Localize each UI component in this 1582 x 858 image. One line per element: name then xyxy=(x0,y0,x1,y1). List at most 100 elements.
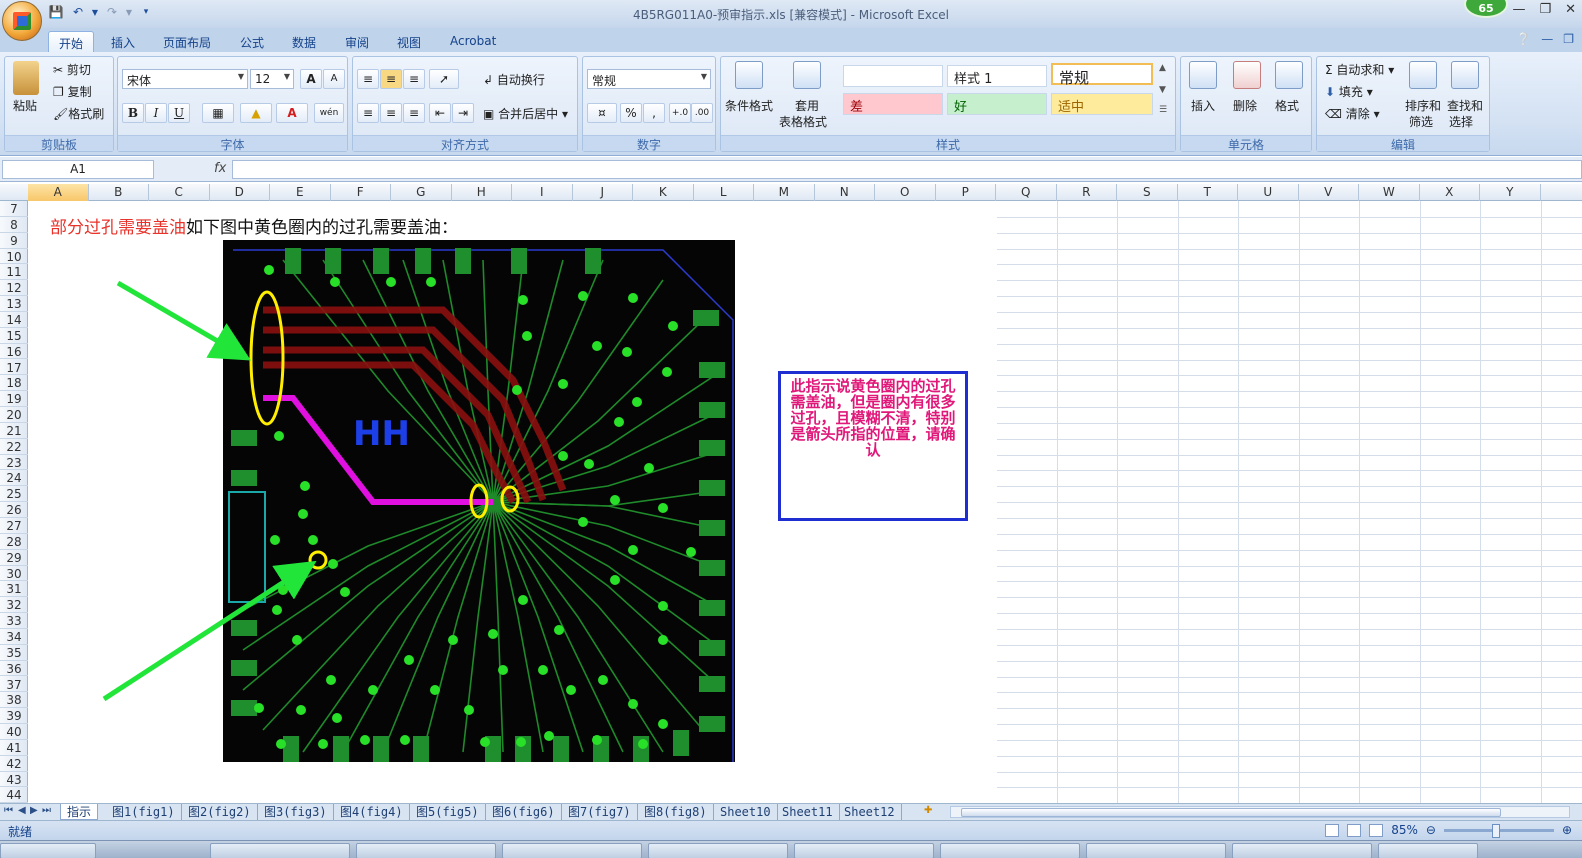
column-header-k[interactable]: K xyxy=(633,184,694,201)
cut-button[interactable]: ✂ 剪切 xyxy=(53,61,91,78)
conditional-format-button[interactable]: 条件格式 xyxy=(725,97,773,114)
row-header-20[interactable]: 20 xyxy=(0,407,28,423)
row-header-38[interactable]: 38 xyxy=(0,692,28,709)
align-bottom-button[interactable]: ≡ xyxy=(403,69,425,89)
find-select-line2[interactable]: 选择 xyxy=(1449,113,1473,130)
style-blank[interactable] xyxy=(843,65,943,87)
column-header-w[interactable]: W xyxy=(1359,184,1420,201)
shrink-font-button[interactable]: A xyxy=(323,69,345,89)
taskbar-item[interactable] xyxy=(794,843,934,858)
row-header-29[interactable]: 29 xyxy=(0,550,28,566)
column-header-r[interactable]: R xyxy=(1057,184,1117,201)
row-header-44[interactable]: 44 xyxy=(0,787,28,804)
percent-button[interactable]: % xyxy=(620,103,642,123)
number-format-select[interactable]: 常规 ▼ xyxy=(587,69,711,89)
increase-decimal-button[interactable]: +.0 xyxy=(669,103,691,123)
scroll-thumb[interactable] xyxy=(961,808,1501,817)
column-header-e[interactable]: E xyxy=(270,184,331,201)
row-header-31[interactable]: 31 xyxy=(0,581,28,598)
row-header-26[interactable]: 26 xyxy=(0,502,28,518)
horizontal-scrollbar[interactable] xyxy=(950,806,1570,818)
row-header-37[interactable]: 37 xyxy=(0,677,28,693)
restore-icon[interactable]: ❐ xyxy=(1539,2,1551,17)
pcb-image[interactable]: HH xyxy=(223,240,735,762)
office-button[interactable] xyxy=(2,1,42,41)
prev-sheet-icon[interactable]: ◀ xyxy=(18,805,26,816)
sheet-tab[interactable]: 指示 xyxy=(60,804,99,820)
row-header-33[interactable]: 33 xyxy=(0,613,28,629)
row-header-16[interactable]: 16 xyxy=(0,344,28,360)
minimize-icon[interactable]: — xyxy=(1512,2,1525,17)
merge-center-button[interactable]: ▣ 合并后居中 ▾ xyxy=(483,105,568,122)
row-header-27[interactable]: 27 xyxy=(0,518,28,534)
styles-scroll-up-icon[interactable]: ▲ xyxy=(1159,63,1166,73)
help-icon[interactable]: ❔ xyxy=(1516,32,1531,46)
tab-data[interactable]: 数据 xyxy=(282,31,326,52)
font-name-select[interactable]: 宋体 ▼ xyxy=(122,69,248,89)
tab-acrobat[interactable]: Acrobat xyxy=(440,31,506,52)
delete-cells-button[interactable]: 删除 xyxy=(1233,97,1257,114)
currency-button[interactable]: ¤ xyxy=(587,103,617,123)
row-header-9[interactable]: 9 xyxy=(0,233,28,249)
worksheet-grid[interactable]: 部分过孔需要盖油如下图中黄色圈内的过孔需要盖油： HH 此指示说黄色圈内的过孔需… xyxy=(28,201,1582,803)
column-header-f[interactable]: F xyxy=(331,184,391,201)
column-header-s[interactable]: S xyxy=(1117,184,1178,201)
column-header-i[interactable]: I xyxy=(512,184,573,201)
column-header-a[interactable]: A xyxy=(28,184,89,201)
column-header-v[interactable]: V xyxy=(1299,184,1359,201)
row-header-11[interactable]: 11 xyxy=(0,264,28,281)
column-header-t[interactable]: T xyxy=(1178,184,1238,201)
sort-filter-icon[interactable] xyxy=(1409,61,1437,89)
next-sheet-icon[interactable]: ▶ xyxy=(30,805,38,816)
page-break-view-icon[interactable] xyxy=(1369,823,1384,837)
column-header-q[interactable]: Q xyxy=(996,184,1057,201)
sheet-tab[interactable]: Sheet12 xyxy=(838,804,902,820)
row-header-40[interactable]: 40 xyxy=(0,724,28,740)
decrease-indent-button[interactable]: ⇤ xyxy=(429,103,451,123)
row-header-10[interactable]: 10 xyxy=(0,249,28,265)
column-header-d[interactable]: D xyxy=(210,184,270,201)
insert-cells-button[interactable]: 插入 xyxy=(1191,97,1215,114)
sort-filter-line2[interactable]: 筛选 xyxy=(1409,113,1433,130)
sheet-tab[interactable]: 图2(fig2) xyxy=(182,804,258,820)
row-header-14[interactable]: 14 xyxy=(0,312,28,328)
row-header-8[interactable]: 8 xyxy=(0,217,28,233)
row-header-18[interactable]: 18 xyxy=(0,375,28,392)
taskbar-item[interactable] xyxy=(1086,843,1226,858)
column-header-l[interactable]: L xyxy=(694,184,754,201)
row-header-15[interactable]: 15 xyxy=(0,328,28,344)
row-header-28[interactable]: 28 xyxy=(0,534,28,550)
zoom-slider[interactable] xyxy=(1443,823,1554,838)
taskbar-item[interactable] xyxy=(0,843,96,858)
paste-button[interactable]: 粘贴 xyxy=(13,97,37,114)
tab-page-layout[interactable]: 页面布局 xyxy=(153,31,221,52)
align-middle-button[interactable]: ≡ xyxy=(380,69,402,89)
style-1[interactable]: 样式 1 xyxy=(947,65,1047,87)
clear-button[interactable]: ⌫ 清除 ▾ xyxy=(1325,105,1380,122)
column-header-o[interactable]: O xyxy=(875,184,936,201)
tab-view[interactable]: 视图 xyxy=(387,31,431,52)
taskbar-item[interactable] xyxy=(648,843,788,858)
phonetic-button[interactable]: wén xyxy=(314,103,344,123)
row-header-19[interactable]: 19 xyxy=(0,391,28,408)
row-header-30[interactable]: 30 xyxy=(0,566,28,582)
sheet-tab[interactable]: 图3(fig3) xyxy=(258,804,334,820)
taskbar-item[interactable] xyxy=(502,843,642,858)
format-cells-icon[interactable] xyxy=(1275,61,1303,89)
row-header-22[interactable]: 22 xyxy=(0,439,28,455)
underline-button[interactable]: U xyxy=(168,103,190,123)
italic-button[interactable]: I xyxy=(145,103,167,123)
format-table-line2[interactable]: 表格格式 xyxy=(779,113,827,130)
styles-scroll-down-icon[interactable]: ▼ xyxy=(1159,85,1166,95)
column-header-j[interactable]: J xyxy=(573,184,633,201)
style-neutral[interactable]: 适中 xyxy=(1051,93,1153,115)
insert-sheet-icon[interactable]: ✚ xyxy=(924,805,932,816)
decrease-decimal-button[interactable]: .00 xyxy=(691,103,713,123)
sheet-tab[interactable]: 图7(fig7) xyxy=(562,804,638,820)
column-header-g[interactable]: G xyxy=(391,184,452,201)
delete-cells-icon[interactable] xyxy=(1233,61,1261,89)
fill-color-button[interactable]: ▲ xyxy=(240,103,272,123)
wrap-text-button[interactable]: ↲ 自动换行 xyxy=(483,71,545,88)
sheet-tab[interactable]: 图5(fig5) xyxy=(410,804,486,820)
tab-home[interactable]: 开始 xyxy=(48,31,95,52)
